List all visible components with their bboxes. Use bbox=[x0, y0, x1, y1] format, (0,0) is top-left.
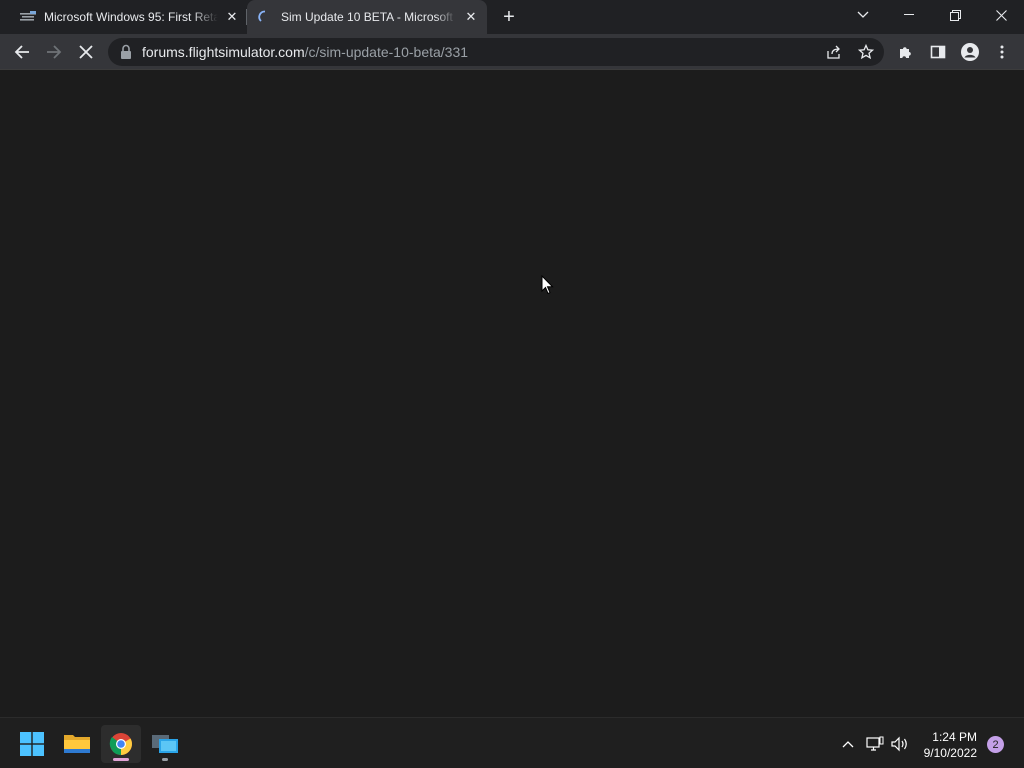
puzzle-icon bbox=[900, 47, 911, 58]
tab-strip: Microsoft Windows 95: First Retail Relea… bbox=[0, 0, 1024, 34]
archive-icon bbox=[20, 9, 36, 25]
notification-badge[interactable]: 2 bbox=[987, 736, 1004, 753]
star-icon bbox=[858, 44, 874, 60]
volume-button[interactable] bbox=[891, 735, 909, 753]
chrome-icon bbox=[109, 733, 132, 755]
clock-date: 9/10/2022 bbox=[923, 746, 977, 760]
start-button[interactable] bbox=[12, 725, 52, 763]
tab-sim-update-10[interactable]: Sim Update 10 BETA - Microsoft Flight Si… bbox=[247, 0, 487, 34]
tab-title: Sim Update 10 BETA - Microsoft Flight Si… bbox=[281, 10, 456, 24]
close-icon bbox=[995, 9, 1007, 21]
restore-icon bbox=[949, 9, 961, 21]
tab-search-button[interactable] bbox=[840, 0, 886, 30]
close-tab-icon[interactable]: ✕ bbox=[224, 9, 240, 25]
stop-loading-button[interactable] bbox=[72, 38, 100, 66]
speaker-icon bbox=[891, 736, 907, 752]
tab-title: Microsoft Windows 95: First Retail Relea… bbox=[44, 10, 218, 24]
url-host: forums.flightsimulator.com bbox=[142, 44, 305, 60]
file-explorer-icon bbox=[64, 735, 90, 753]
forward-button[interactable] bbox=[40, 38, 68, 66]
side-panel-button[interactable] bbox=[924, 38, 952, 66]
menu-button[interactable] bbox=[988, 38, 1016, 66]
close-window-button[interactable] bbox=[978, 0, 1024, 30]
minimize-button[interactable] bbox=[886, 0, 932, 30]
taskbar: 1:24 PM 9/10/2022 bbox=[0, 717, 1024, 768]
profile-button[interactable] bbox=[956, 38, 984, 66]
taskbar-remote-desktop[interactable] bbox=[145, 725, 185, 763]
new-tab-button[interactable]: + bbox=[498, 6, 520, 28]
chevron-up-icon bbox=[842, 741, 854, 748]
system-clock[interactable]: 1:24 PM 9/10/2022 bbox=[924, 729, 977, 761]
windows-start-icon bbox=[20, 732, 44, 756]
network-icon bbox=[866, 736, 884, 751]
share-button[interactable] bbox=[820, 38, 848, 66]
url-path: /c/sim-update-10-beta/331 bbox=[304, 44, 469, 60]
remote-desktop-icon bbox=[152, 735, 178, 753]
show-hidden-icons-button[interactable] bbox=[839, 735, 857, 753]
page-content[interactable] bbox=[0, 70, 1024, 717]
url-text[interactable]: forums.flightsimulator.com/c/sim-update-… bbox=[142, 44, 468, 60]
bookmark-button[interactable] bbox=[852, 38, 880, 66]
side-panel-icon bbox=[930, 45, 946, 59]
close-tab-icon[interactable]: ✕ bbox=[463, 9, 479, 25]
loading-spinner-icon bbox=[257, 9, 273, 25]
tab-windows-95[interactable]: Microsoft Windows 95: First Retail Relea… bbox=[16, 0, 248, 34]
active-app-indicator bbox=[113, 758, 129, 761]
clock-time: 1:24 PM bbox=[932, 730, 977, 744]
running-app-indicator bbox=[162, 758, 168, 761]
share-icon bbox=[827, 45, 840, 59]
arrow-left-icon bbox=[14, 45, 29, 59]
lock-icon[interactable] bbox=[120, 44, 132, 60]
more-vertical-icon bbox=[1000, 45, 1004, 59]
stop-icon bbox=[79, 45, 93, 59]
restore-button[interactable] bbox=[932, 0, 978, 30]
arrow-right-icon bbox=[47, 45, 62, 59]
back-button[interactable] bbox=[8, 38, 36, 66]
mouse-cursor-icon bbox=[541, 274, 554, 300]
account-icon bbox=[961, 43, 979, 61]
minimize-icon bbox=[904, 14, 914, 15]
extensions-button[interactable] bbox=[892, 38, 920, 66]
chevron-down-icon bbox=[857, 11, 869, 18]
taskbar-chrome[interactable] bbox=[101, 725, 141, 763]
network-button[interactable] bbox=[866, 735, 884, 753]
taskbar-file-explorer[interactable] bbox=[57, 725, 97, 763]
